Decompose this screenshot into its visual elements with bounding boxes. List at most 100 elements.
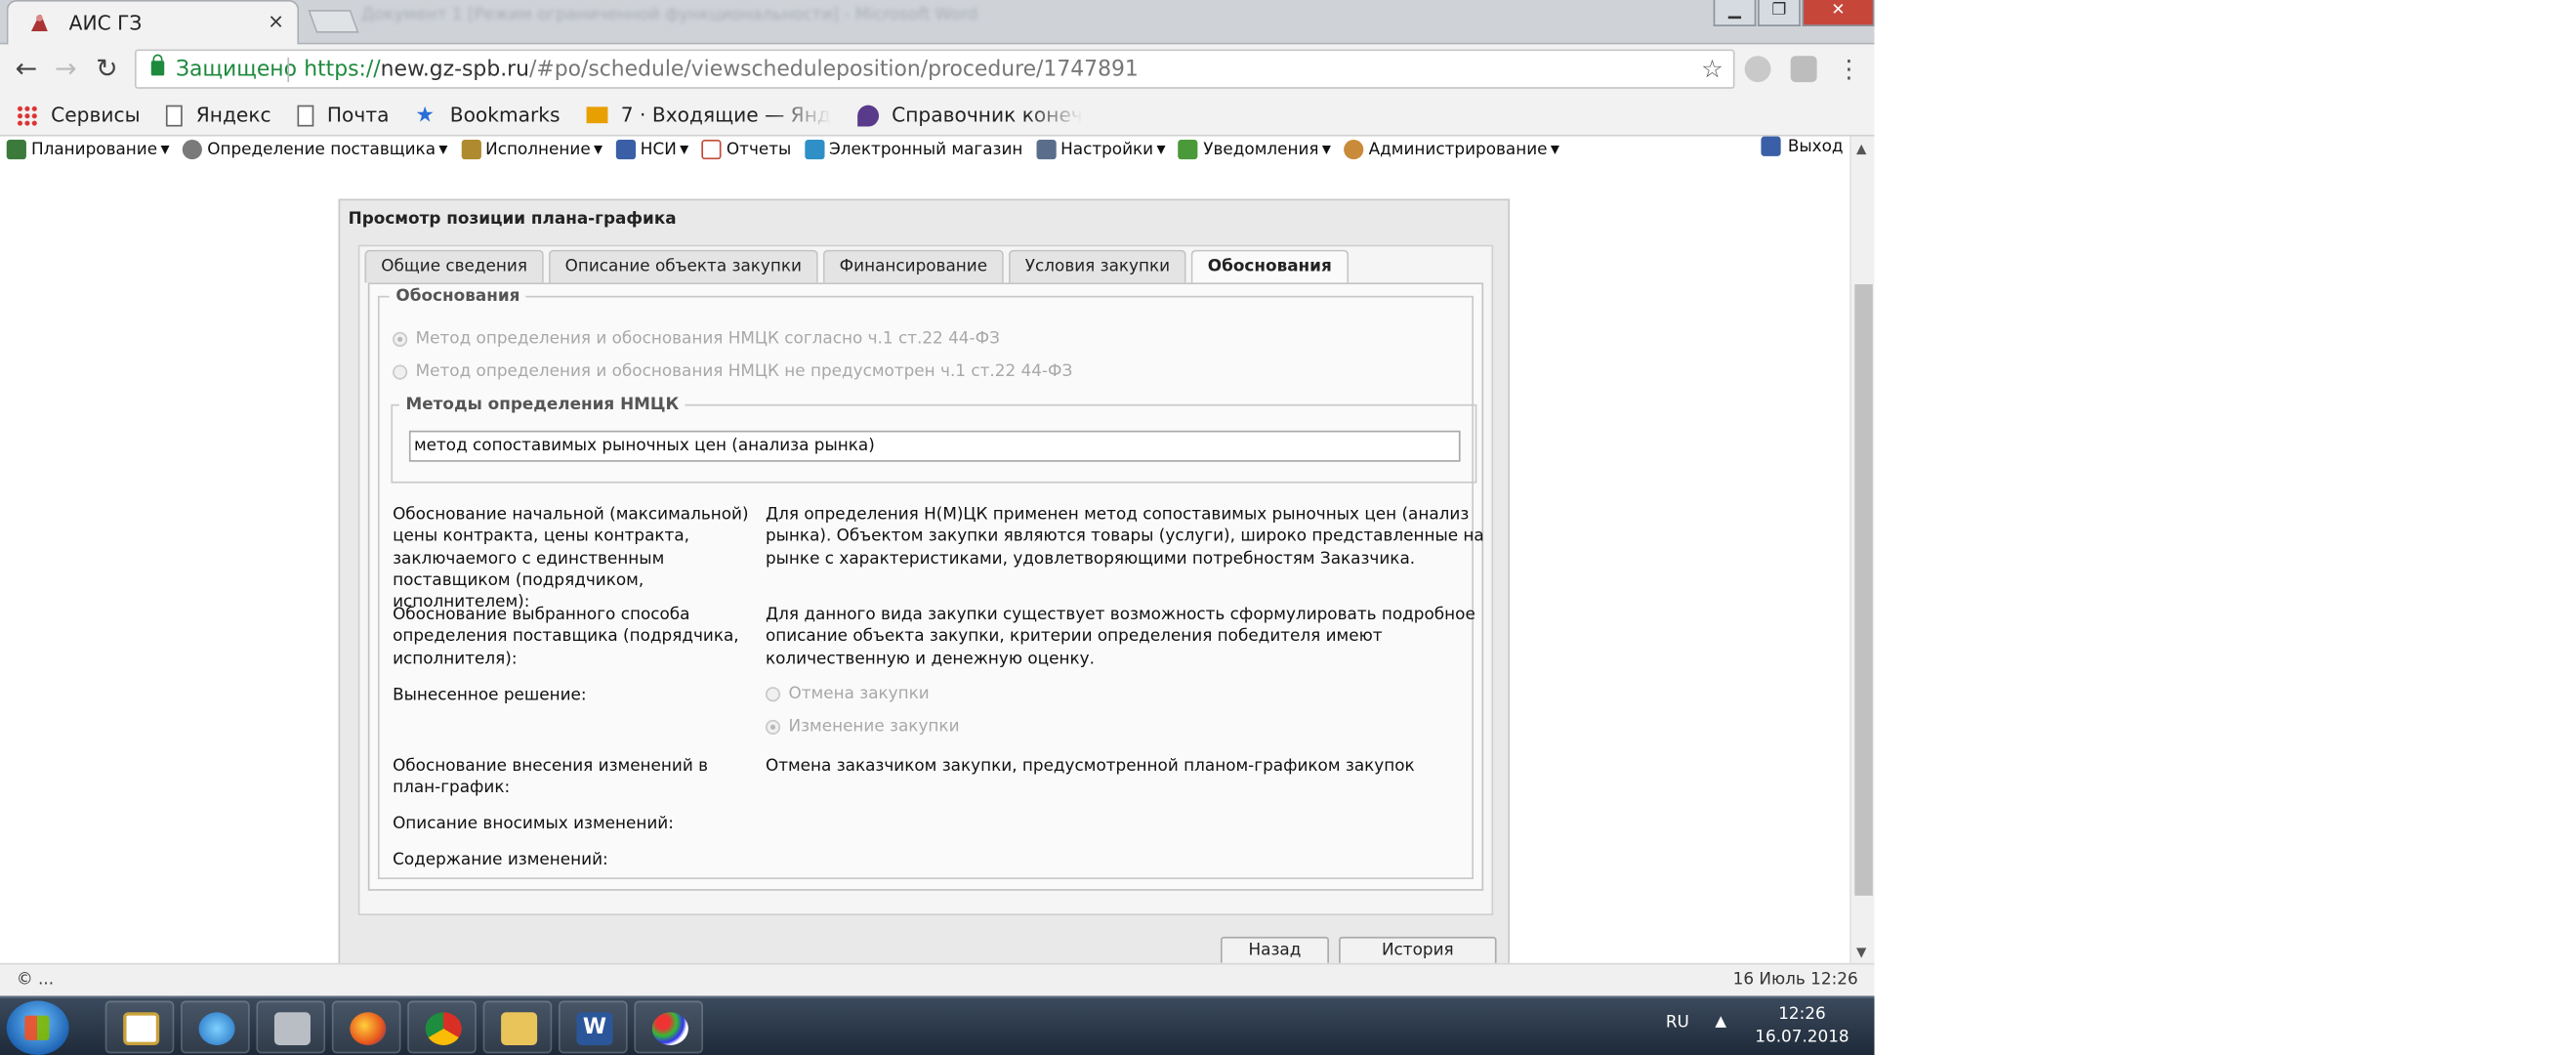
caret-down-icon: ▼	[594, 143, 603, 156]
menu-notifications[interactable]: Уведомления ▼	[1179, 139, 1331, 160]
radio-cancel-purchase[interactable]: Отмена закупки	[765, 686, 930, 703]
bookmark-bookmarks[interactable]: ★ Bookmarks	[415, 104, 560, 127]
minimize-icon[interactable]: ▁	[1713, 0, 1757, 26]
extension-profile-icon[interactable]	[1744, 56, 1771, 83]
menu-administration[interactable]: Администрирование ▼	[1344, 139, 1559, 160]
logout-button[interactable]: Выход	[1761, 136, 1844, 156]
scroll-up-icon[interactable]: ▲	[1856, 142, 1866, 156]
radio-button[interactable]	[393, 364, 408, 380]
browser-tab-active[interactable]: АИС ГЗ ×	[6, 0, 300, 47]
menu-supplier[interactable]: Определение поставщика ▼	[182, 139, 447, 160]
menu-execution[interactable]: Исполнение ▼	[460, 139, 603, 160]
browser-menu-icon[interactable]: ⋮	[1837, 55, 1861, 84]
status-right-text: 16 Июль 12:26	[1732, 971, 1858, 990]
taskbar-app-3[interactable]	[256, 1000, 326, 1054]
gear-icon	[182, 139, 203, 160]
coat-of-arms-icon	[123, 1012, 160, 1045]
menu-reports[interactable]: Отчеты	[701, 139, 791, 160]
radio-button[interactable]	[765, 719, 781, 735]
chrome-icon	[425, 1012, 462, 1045]
menu-label: Уведомления	[1203, 140, 1319, 159]
tray-clock[interactable]: 12:26 16.07.2018	[1745, 1004, 1860, 1050]
panel-title: Просмотр позиции плана-графика	[348, 210, 677, 229]
scrollbar-thumb[interactable]	[1854, 284, 1873, 896]
status-bar: © ... 16 Июль 12:26	[0, 962, 1875, 996]
browser-tab-title: АИС ГЗ	[68, 11, 143, 35]
tab-general[interactable]: Общие сведения	[364, 249, 544, 283]
start-button[interactable]	[6, 1000, 69, 1055]
url-text: https://new.gz-spb.ru/#po/schedule/views…	[304, 58, 1139, 82]
logout-icon	[1761, 136, 1782, 156]
scroll-down-icon[interactable]: ▼	[1856, 945, 1866, 959]
bookmark-yandex[interactable]: Яндекс	[166, 103, 271, 127]
tabs-container: Общие сведения Описание объекта закупки …	[357, 244, 1494, 916]
radio-button[interactable]	[765, 687, 781, 702]
radio-label: Метод определения и обоснования НМЦК не …	[415, 362, 1073, 382]
radio-change-purchase[interactable]: Изменение закупки	[765, 718, 960, 737]
radio-method-per-law[interactable]: Метод определения и обоснования НМЦК сог…	[393, 330, 1000, 349]
clock-time: 12:26	[1778, 1005, 1826, 1025]
taskbar-app-2[interactable]	[181, 1000, 250, 1054]
caret-down-icon: ▼	[160, 143, 170, 156]
taskbar-app-7[interactable]: W	[558, 1000, 628, 1054]
reload-icon[interactable]: ↻	[91, 53, 124, 86]
ais-favicon-icon	[30, 15, 48, 31]
menu-label: Определение поставщика	[207, 140, 436, 159]
browser-window: АИС ГЗ × Документ 1 [Режим ограниченной …	[0, 0, 1875, 1055]
bookmark-mail[interactable]: Почта	[297, 104, 389, 127]
new-tab-button[interactable]	[308, 10, 359, 33]
bookmark-label: Справочник конеч	[892, 103, 1083, 127]
taskbar-app-4[interactable]	[331, 1000, 401, 1054]
window-close-icon[interactable]: ✕	[1802, 0, 1875, 26]
page-scrollbar[interactable]: ▲ ▼	[1849, 136, 1875, 963]
taskbar-app-1[interactable]	[104, 1000, 175, 1054]
menu-label: НСИ	[640, 140, 677, 159]
tab-object-description[interactable]: Описание объекта закупки	[548, 249, 818, 283]
menu-planning[interactable]: Планирование ▼	[6, 139, 170, 160]
bookmark-label: Яндекс	[195, 103, 271, 127]
lock-icon	[150, 54, 165, 76]
star-icon: ★	[415, 103, 435, 128]
ie-icon	[198, 1012, 235, 1045]
logout-label: Выход	[1787, 137, 1844, 155]
forward-arrow-icon[interactable]: →	[49, 53, 82, 86]
tab-conditions[interactable]: Условия закупки	[1008, 249, 1186, 283]
window-controls: ▁ ❐ ✕	[1712, 0, 1875, 29]
nmck-justification-label: Обоснование начальной (максимальной) цен…	[393, 506, 749, 612]
nmck-methods-field[interactable]: метод сопоставимых рыночных цен (анализа…	[408, 430, 1461, 462]
caret-down-icon: ▼	[1550, 143, 1559, 156]
back-button[interactable]: Назад	[1220, 936, 1329, 967]
radio-button[interactable]	[393, 331, 408, 347]
bookmark-label: 7 · Входящие — Янд	[620, 103, 831, 127]
caret-down-icon: ▼	[1321, 143, 1331, 156]
bookmark-star-icon[interactable]: ☆	[1701, 55, 1724, 84]
page-icon	[297, 104, 314, 126]
tab-financing[interactable]: Финансирование	[822, 249, 1004, 283]
notification-icon	[1179, 139, 1199, 160]
menu-eshop[interactable]: Электронный магазин	[804, 139, 1022, 160]
restore-icon[interactable]: ❐	[1758, 0, 1801, 26]
extension-icon[interactable]	[1790, 56, 1817, 83]
tray-expand-icon[interactable]: ▲	[1715, 1014, 1726, 1031]
apps-grid-icon	[16, 104, 38, 126]
taskbar-app-8[interactable]	[634, 1000, 704, 1054]
history-button[interactable]: История изменений	[1339, 936, 1497, 986]
taskbar-app-6[interactable]	[482, 1000, 553, 1054]
address-bar[interactable]: Защищено https://new.gz-spb.ru/#po/sched…	[134, 49, 1735, 89]
tab-justifications[interactable]: Обоснования	[1190, 249, 1349, 285]
printer-icon	[273, 1012, 311, 1045]
status-left-text: © ...	[16, 971, 55, 990]
caret-down-icon: ▼	[1156, 143, 1166, 156]
bookmark-inbox[interactable]: 7 · Входящие — Янд	[586, 103, 831, 127]
execution-icon	[460, 139, 481, 160]
tab-close-icon[interactable]: ×	[268, 10, 284, 33]
radio-method-not-provided[interactable]: Метод определения и обоснования НМЦК не …	[393, 362, 1073, 382]
menu-nsi[interactable]: НСИ ▼	[615, 139, 688, 160]
tray-language[interactable]: RU	[1666, 1014, 1689, 1033]
taskbar-app-5[interactable]	[407, 1000, 477, 1054]
bookmark-services[interactable]: Сервисы	[16, 104, 141, 127]
mail-icon	[586, 106, 608, 124]
bookmark-reference[interactable]: Справочник конеч	[856, 103, 1083, 127]
menu-settings[interactable]: Настройки ▼	[1035, 139, 1166, 160]
back-arrow-icon[interactable]: ←	[10, 53, 43, 86]
